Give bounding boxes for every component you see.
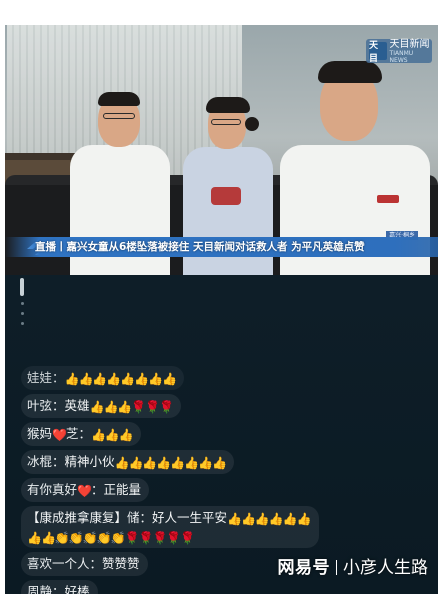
live-stream-frame: 天目 天目新闻 TIANMU NEWS 嘉兴·桐乡 直播丨嘉兴女童从6楼坠落被接…	[5, 25, 438, 594]
comment-text: 正能量	[103, 482, 141, 497]
thumbs-up-icon: 👍👍👍👍👍👍👍👍	[114, 456, 228, 470]
comment-username: 储：	[127, 510, 153, 525]
thumbs-up-icon: 👍👍👍👍👍👍	[227, 512, 312, 526]
comment-item: 冰棍：精神小伙👍👍👍👍👍👍👍👍	[21, 450, 235, 474]
comment-item: 叶弦：英雄👍👍👍🌹🌹🌹	[21, 394, 182, 418]
live-caption: 直播丨嘉兴女童从6楼坠落被接住 天目新闻对话救人者 为平凡英雄点赞	[35, 241, 365, 253]
heart-icon: ❤️	[52, 428, 67, 442]
comment-text: 精神小伙	[64, 454, 115, 469]
comment-username: 冰棍：	[27, 454, 65, 469]
comment-item: 喜欢一个人：赞赞赞	[21, 552, 148, 576]
comment-username-suffix: ：	[90, 482, 104, 497]
comment-username-suffix: 芝：	[65, 426, 91, 441]
comment-tag: 【康成推拿康复】	[27, 510, 128, 525]
comment-item: 【康成推拿康复】储：好人一生平安👍👍👍👍👍👍 👍👍👏👏👏👏👏🌹🌹🌹🌹🌹	[21, 506, 319, 548]
thumbs-up-rose-icon: 👍👍👍🌹🌹🌹	[89, 400, 175, 414]
tianmu-logo-icon: 天目	[369, 41, 387, 64]
logo-name: 天目新闻	[389, 38, 430, 50]
heart-icon: ❤️	[77, 484, 92, 498]
comment-text: 好棒	[64, 584, 90, 594]
thumbs-up-icon: 👍👍👍👍👍👍👍👍	[64, 372, 178, 386]
comment-username: 猴妈	[27, 426, 53, 441]
thumbs-up-icon: 👍👍👍	[90, 428, 134, 442]
comment-item: 娃娃：👍👍👍👍👍👍👍👍	[21, 366, 185, 390]
comment-username: 娃娃：	[27, 370, 65, 385]
comment-username: 有你真好	[27, 482, 78, 497]
comment-item: 有你真好❤️：正能量	[21, 478, 149, 502]
logo-subtitle: TIANMU NEWS	[389, 49, 414, 64]
comment-text: 赞赞赞	[102, 556, 140, 571]
comment-username: 周静：	[27, 584, 65, 594]
scroll-indicator[interactable]	[18, 278, 28, 338]
comment-text: 英雄	[64, 398, 90, 413]
account-name: 小彦人生路	[343, 558, 428, 578]
divider	[336, 560, 337, 575]
caption-bar: 直播丨嘉兴女童从6楼坠落被接住 天目新闻对话救人者 为平凡英雄点赞	[5, 237, 438, 257]
tianmu-logo: 天目 天目新闻 TIANMU NEWS	[366, 38, 432, 64]
live-video[interactable]: 天目 天目新闻 TIANMU NEWS 嘉兴·桐乡 直播丨嘉兴女童从6楼坠落被接…	[5, 25, 438, 275]
comment-text: 好人一生平安	[152, 510, 228, 525]
comment-item: 猴妈❤️芝：👍👍👍	[21, 422, 141, 446]
comment-item: 周静：好棒	[21, 580, 98, 594]
platform-name: 网易号	[277, 558, 330, 578]
comment-username: 喜欢一个人：	[27, 556, 103, 571]
clap-rose-icon: 👍👍👏👏👏👏👏🌹🌹🌹🌹🌹	[27, 531, 195, 545]
source-watermark: 网易号 小彦人生路	[278, 555, 429, 581]
comment-username: 叶弦：	[27, 398, 65, 413]
